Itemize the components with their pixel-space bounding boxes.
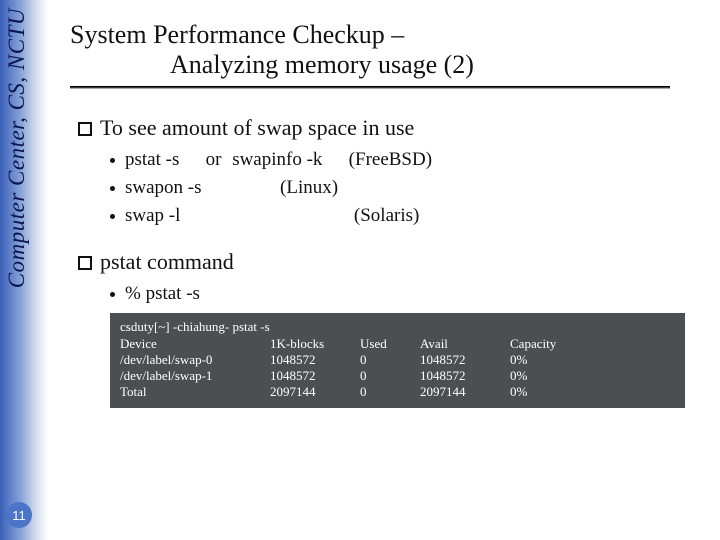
table-row: Total 2097144 0 2097144 0%	[120, 384, 675, 400]
cell-used: 0	[360, 384, 420, 400]
cell-capacity: 0%	[510, 352, 675, 368]
swap-item-2-os: (Solaris)	[354, 205, 419, 226]
swap-item-1-cmd1: swapon -s	[125, 177, 202, 198]
cell-blocks: 1048572	[270, 368, 360, 384]
swap-item-0: pstat -s or swapinfo -k (FreeBSD)	[110, 149, 704, 171]
section-swap-heading: To see amount of swap space in use	[78, 115, 704, 141]
cell-avail: 2097144	[420, 384, 510, 400]
terminal-table: csduty[~] -chiahung- pstat -s Device 1K-…	[120, 319, 675, 400]
slide-content: System Performance Checkup – Analyzing m…	[70, 20, 704, 408]
title-underline	[70, 86, 670, 89]
swap-item-0-cmd1: pstat -s	[125, 149, 179, 170]
cell-used: 0	[360, 352, 420, 368]
cell-avail: 1048572	[420, 368, 510, 384]
section-pstat-heading: pstat command	[78, 249, 704, 275]
swap-item-0-cmd2: swapinfo -k	[232, 149, 322, 170]
dot-bullet-icon	[110, 214, 115, 219]
pstat-sub-bullets: % pstat -s	[78, 283, 704, 305]
section-swap-heading-text: To see amount of swap space in use	[100, 115, 414, 140]
dot-bullet-icon	[110, 292, 115, 297]
swap-item-0-or: or	[206, 149, 222, 170]
section-pstat-heading-text: pstat command	[100, 249, 234, 274]
cell-capacity: 0%	[510, 368, 675, 384]
cell-used: 0	[360, 368, 420, 384]
dot-bullet-icon	[110, 158, 115, 163]
section-swap: To see amount of swap space in use pstat…	[70, 115, 704, 227]
cell-device: /dev/label/swap-0	[120, 352, 270, 368]
swap-item-0-os: (FreeBSD)	[349, 149, 432, 170]
page-number-badge: 11	[6, 502, 32, 528]
th-blocks: 1K-blocks	[270, 336, 360, 352]
swap-item-1-os: (Linux)	[280, 177, 338, 198]
pstat-sub-0: % pstat -s	[110, 283, 704, 305]
th-device: Device	[120, 336, 270, 352]
slide-title-line2: Analyzing memory usage (2)	[70, 50, 704, 80]
terminal-output: csduty[~] -chiahung- pstat -s Device 1K-…	[110, 313, 685, 408]
th-capacity: Capacity	[510, 336, 675, 352]
pstat-sub-0-text: % pstat -s	[125, 283, 200, 304]
table-row: /dev/label/swap-0 1048572 0 1048572 0%	[120, 352, 675, 368]
terminal-prompt-row: csduty[~] -chiahung- pstat -s	[120, 319, 675, 336]
cell-avail: 1048572	[420, 352, 510, 368]
cell-blocks: 2097144	[270, 384, 360, 400]
cell-device: /dev/label/swap-1	[120, 368, 270, 384]
org-label: Computer Center, CS, NCTU	[4, 8, 30, 288]
terminal-prompt: csduty[~] -chiahung- pstat -s	[120, 319, 675, 336]
terminal-header-row: Device 1K-blocks Used Avail Capacity	[120, 336, 675, 352]
swap-sub-bullets: pstat -s or swapinfo -k (FreeBSD) swapon…	[78, 149, 704, 227]
swap-item-2-cmd1: swap -l	[125, 205, 180, 226]
slide-title-line1: System Performance Checkup –	[70, 20, 704, 50]
th-avail: Avail	[420, 336, 510, 352]
square-bullet-icon	[78, 122, 92, 136]
dot-bullet-icon	[110, 186, 115, 191]
cell-capacity: 0%	[510, 384, 675, 400]
swap-item-1: swapon -s (Linux)	[110, 177, 704, 199]
cell-device: Total	[120, 384, 270, 400]
cell-blocks: 1048572	[270, 352, 360, 368]
square-bullet-icon	[78, 256, 92, 270]
th-used: Used	[360, 336, 420, 352]
section-pstat: pstat command % pstat -s csduty[~] -chia…	[70, 249, 704, 408]
swap-item-2: swap -l (Solaris)	[110, 205, 704, 227]
table-row: /dev/label/swap-1 1048572 0 1048572 0%	[120, 368, 675, 384]
